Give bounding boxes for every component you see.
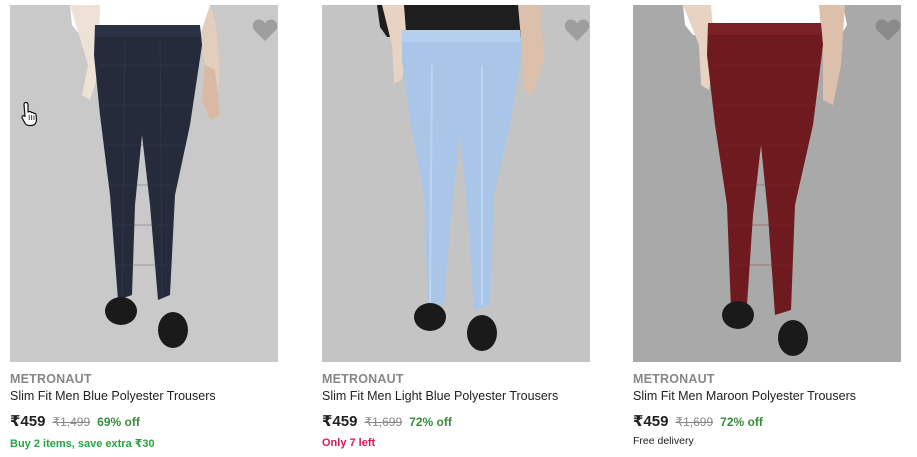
wishlist-button[interactable] [564,18,590,42]
product-mrp: ₹1,499 [52,415,91,429]
product-discount: 69% off [97,415,140,429]
product-brand: METRONAUT [10,372,92,386]
product-image[interactable] [10,5,278,362]
product-price: ₹459 [633,413,669,430]
price-row: ₹459 ₹1,499 69% off [10,412,140,430]
product-price: ₹459 [322,413,358,430]
product-mrp: ₹1,699 [364,415,403,429]
trouser-photo [10,5,278,362]
product-image[interactable] [633,5,901,362]
product-title[interactable]: Slim Fit Men Light Blue Polyester Trouse… [322,389,558,403]
product-title[interactable]: Slim Fit Men Maroon Polyester Trousers [633,389,856,403]
heart-icon [875,19,901,41]
product-title[interactable]: Slim Fit Men Blue Polyester Trousers [10,389,216,403]
price-row: ₹459 ₹1,699 72% off [322,412,452,430]
heart-icon [564,19,590,41]
product-discount: 72% off [409,415,452,429]
price-row: ₹459 ₹1,699 72% off [633,412,763,430]
heart-icon [252,19,278,41]
wishlist-button[interactable] [252,18,278,42]
delivery-text: Free delivery [633,435,694,447]
product-price: ₹459 [10,413,46,430]
product-card[interactable]: METRONAUT Slim Fit Men Blue Polyester Tr… [10,5,278,450]
product-card[interactable]: METRONAUT Slim Fit Men Maroon Polyester … [633,5,901,447]
offer-text: Buy 2 items, save extra ₹30 [10,438,155,450]
product-image[interactable] [322,5,590,362]
trouser-photo [322,5,590,362]
product-mrp: ₹1,699 [675,415,714,429]
product-card[interactable]: METRONAUT Slim Fit Men Light Blue Polyes… [322,5,590,449]
product-discount: 72% off [720,415,763,429]
trouser-photo [633,5,901,362]
stock-text: Only 7 left [322,437,376,449]
product-brand: METRONAUT [633,372,715,386]
wishlist-button[interactable] [875,18,901,42]
product-brand: METRONAUT [322,372,404,386]
